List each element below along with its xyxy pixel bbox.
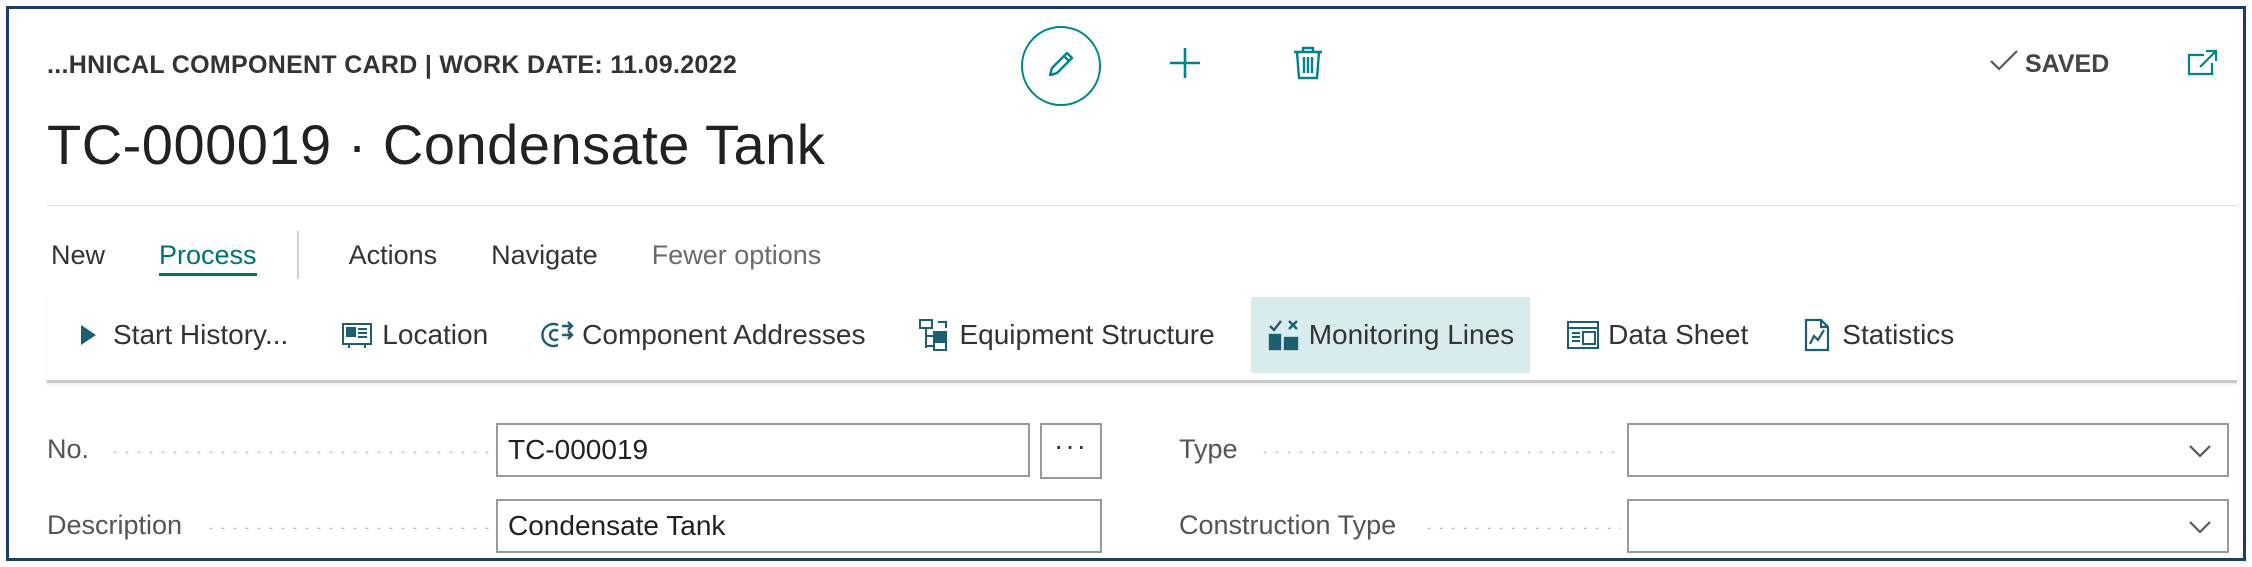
header-divider	[47, 205, 2237, 206]
no-lookup-button[interactable]: ···	[1040, 423, 1102, 479]
action-menu: New Process Actions Navigate Fewer optio…	[51, 231, 875, 279]
chevron-down-icon	[2187, 438, 2213, 464]
menu-new[interactable]: New	[51, 240, 105, 271]
pencil-icon	[1044, 47, 1078, 86]
construction-type-label: Construction Type	[1179, 510, 1397, 540]
new-record-button[interactable]	[1164, 44, 1206, 86]
edit-button[interactable]	[1021, 26, 1101, 106]
monitoring-lines-label: Monitoring Lines	[1308, 319, 1515, 350]
component-addresses-button[interactable]: Component Addresses	[524, 297, 881, 373]
menu-navigate[interactable]: Navigate	[491, 240, 598, 271]
no-value: TC-000019	[508, 434, 649, 465]
type-select[interactable]	[1627, 423, 2229, 477]
menu-process[interactable]: Process	[159, 240, 257, 276]
menu-separator	[296, 231, 299, 279]
no-field[interactable]: TC-000019	[496, 423, 1030, 477]
monitoring-lines-button[interactable]: Monitoring Lines	[1250, 297, 1531, 373]
open-new-window-button[interactable]	[2184, 47, 2220, 83]
data-sheet-button[interactable]: Data Sheet	[1550, 297, 1764, 373]
page-title: TC-000019 · Condensate Tank	[47, 113, 826, 176]
statistics-button[interactable]: Statistics	[1784, 297, 1970, 373]
type-dotted-leader	[1259, 451, 1621, 453]
description-value: Condensate Tank	[508, 510, 726, 541]
play-icon	[71, 318, 105, 352]
process-action-bar: Start History... Location Component Addr…	[47, 293, 2237, 383]
statistics-label: Statistics	[1842, 319, 1955, 350]
description-field[interactable]: Condensate Tank	[496, 499, 1102, 553]
start-history-label: Start History...	[113, 319, 289, 350]
open-in-new-window-icon	[2186, 49, 2218, 82]
location-button[interactable]: Location	[324, 297, 504, 373]
location-label: Location	[382, 319, 489, 350]
checkmark-icon	[1989, 49, 2019, 80]
trash-icon	[1292, 45, 1324, 86]
saved-label: SAVED	[2025, 50, 2110, 78]
equipment-structure-button[interactable]: Equipment Structure	[901, 297, 1230, 373]
plus-icon	[1167, 45, 1203, 86]
menu-actions[interactable]: Actions	[349, 240, 438, 271]
construction-type-select[interactable]	[1627, 499, 2229, 553]
no-dotted-leader	[109, 451, 489, 453]
construction-type-dotted-leader	[1423, 527, 1621, 529]
component-addresses-label: Component Addresses	[582, 319, 866, 350]
description-dotted-leader	[205, 527, 489, 529]
location-card-icon	[340, 318, 374, 352]
addresses-icon	[540, 318, 574, 352]
type-label: Type	[1179, 434, 1238, 464]
description-label: Description	[47, 510, 183, 540]
chevron-down-icon	[2187, 514, 2213, 540]
no-label: No.	[47, 434, 90, 464]
delete-button[interactable]	[1287, 44, 1329, 86]
monitoring-lines-icon	[1267, 318, 1301, 352]
saved-status: SAVED	[1989, 49, 2109, 80]
data-sheet-label: Data Sheet	[1608, 319, 1749, 350]
start-history-button[interactable]: Start History...	[55, 297, 304, 373]
structure-icon	[917, 318, 951, 352]
statistics-icon	[1800, 318, 1834, 352]
equipment-structure-label: Equipment Structure	[959, 319, 1215, 350]
menu-fewer-options[interactable]: Fewer options	[652, 240, 822, 271]
component-card-window: ...HNICAL COMPONENT CARD | WORK DATE: 11…	[6, 6, 2246, 561]
page-caption: ...HNICAL COMPONENT CARD | WORK DATE: 11…	[47, 51, 738, 79]
data-sheet-icon	[1566, 318, 1600, 352]
